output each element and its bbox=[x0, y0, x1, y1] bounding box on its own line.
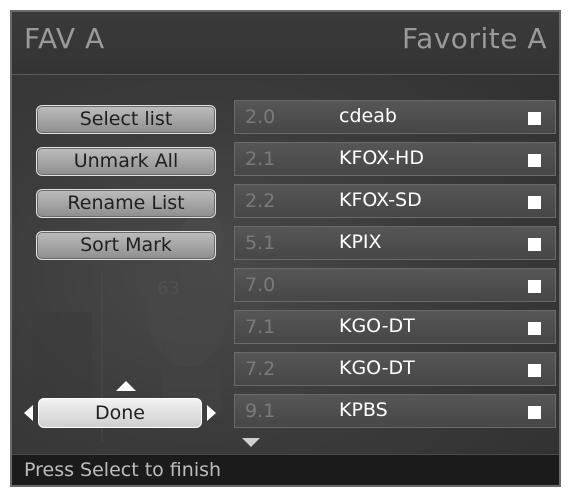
channel-row[interactable]: 9.1 KPBS bbox=[234, 394, 556, 428]
done-button[interactable]: Done bbox=[38, 398, 202, 428]
mark-checkbox[interactable] bbox=[528, 322, 541, 335]
channel-row[interactable]: 7.1 KGO-DT bbox=[234, 310, 556, 344]
channel-number: 2.1 bbox=[245, 148, 276, 170]
channel-name: KPBS bbox=[339, 399, 388, 421]
mark-checkbox[interactable] bbox=[528, 238, 541, 251]
channel-number: 5.1 bbox=[245, 232, 276, 254]
sort-mark-button[interactable]: Sort Mark bbox=[36, 231, 216, 260]
channel-row[interactable]: 7.2 KGO-DT bbox=[234, 352, 556, 386]
done-control: Done bbox=[24, 398, 216, 428]
channel-number: 2.2 bbox=[245, 190, 276, 212]
channel-row[interactable]: 7.0 bbox=[234, 268, 556, 302]
channel-row[interactable]: 2.2 KFOX-SD bbox=[234, 184, 556, 218]
mark-checkbox[interactable] bbox=[528, 364, 541, 377]
scroll-down-arrow-icon[interactable] bbox=[242, 438, 260, 447]
scroll-up-arrow-icon[interactable] bbox=[116, 381, 136, 391]
title-bar: FAV A Favorite A bbox=[12, 12, 559, 75]
channel-name: cdeab bbox=[339, 105, 397, 127]
rename-list-button[interactable]: Rename List bbox=[36, 189, 216, 218]
mark-checkbox[interactable] bbox=[528, 196, 541, 209]
channel-name: KFOX-SD bbox=[339, 189, 422, 211]
channel-name: KFOX-HD bbox=[339, 147, 424, 169]
channel-name: KGO-DT bbox=[339, 315, 415, 337]
channel-number: 2.0 bbox=[245, 106, 276, 128]
channel-number: 7.1 bbox=[245, 316, 276, 338]
status-message: Press Select to finish bbox=[24, 459, 222, 481]
unmark-all-button[interactable]: Unmark All bbox=[36, 147, 216, 176]
mark-checkbox[interactable] bbox=[528, 154, 541, 167]
dialog-panel: 63 FAV A Favorite A Select list Unmark A… bbox=[12, 12, 559, 485]
list-full-name: Favorite A bbox=[402, 22, 547, 55]
channel-number: 7.2 bbox=[245, 358, 276, 380]
channel-row[interactable]: 5.1 KPIX bbox=[234, 226, 556, 260]
channel-name: KGO-DT bbox=[339, 357, 415, 379]
mark-checkbox[interactable] bbox=[528, 406, 541, 419]
channel-row[interactable]: 2.1 KFOX-HD bbox=[234, 142, 556, 176]
channel-number: 7.0 bbox=[245, 274, 276, 296]
arrow-right-icon[interactable] bbox=[207, 405, 216, 421]
arrow-left-icon[interactable] bbox=[24, 405, 33, 421]
mark-checkbox[interactable] bbox=[528, 112, 541, 125]
channel-number: 9.1 bbox=[245, 400, 276, 422]
svg-text:63: 63 bbox=[157, 278, 180, 299]
channel-name: KPIX bbox=[339, 231, 382, 253]
channel-row[interactable]: 2.0 cdeab bbox=[234, 100, 556, 134]
status-bar: Press Select to finish bbox=[12, 454, 559, 485]
select-list-button[interactable]: Select list bbox=[36, 105, 216, 134]
list-short-name: FAV A bbox=[24, 22, 105, 55]
mark-checkbox[interactable] bbox=[528, 280, 541, 293]
favorites-dialog: 63 FAV A Favorite A Select list Unmark A… bbox=[10, 10, 561, 487]
